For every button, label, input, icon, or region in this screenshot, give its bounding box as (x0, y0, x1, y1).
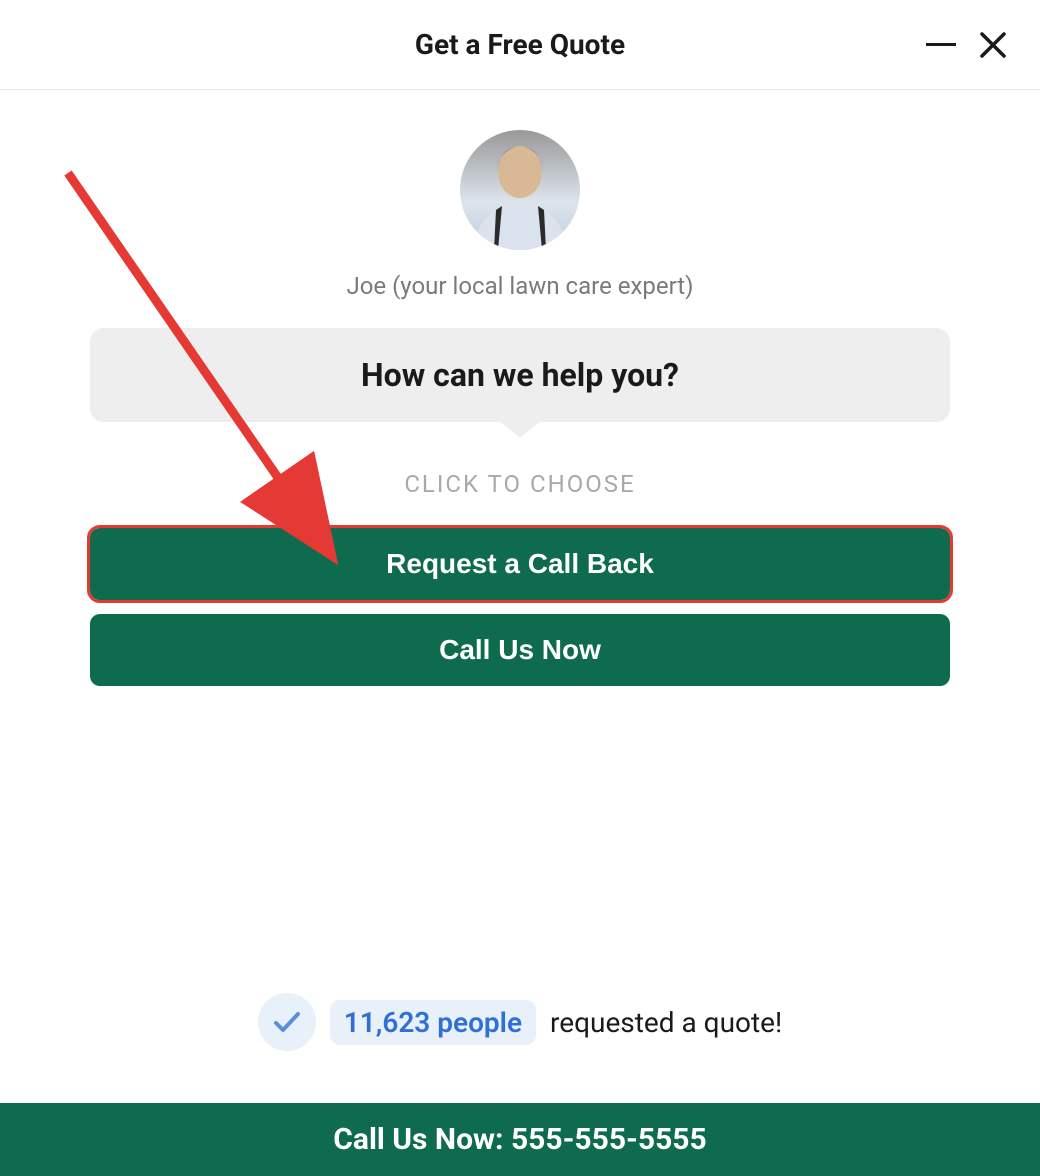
close-button[interactable] (976, 28, 1010, 62)
footer-call-text: Call Us Now: 555-555-5555 (333, 1122, 706, 1157)
choose-label: CLICK TO CHOOSE (90, 470, 950, 498)
avatar-person-icon (460, 130, 580, 250)
stats-suffix: requested a quote! (550, 1006, 782, 1039)
people-count-pill: 11,623 people (330, 1000, 536, 1045)
minimize-button[interactable] (924, 28, 958, 62)
call-now-button[interactable]: Call Us Now (90, 614, 950, 686)
modal-content: Joe (your local lawn care expert) How ca… (0, 90, 1040, 700)
check-icon (271, 1006, 303, 1038)
header-controls (924, 28, 1010, 62)
modal-title: Get a Free Quote (415, 28, 625, 61)
question-text: How can we help you? (110, 356, 930, 394)
question-bubble: How can we help you? (90, 328, 950, 422)
minimize-icon (926, 43, 956, 46)
check-badge (258, 993, 316, 1051)
modal-header: Get a Free Quote (0, 0, 1040, 90)
expert-label: Joe (your local lawn care expert) (90, 272, 950, 300)
request-callback-button[interactable]: Request a Call Back (90, 528, 950, 600)
footer-call-bar[interactable]: Call Us Now: 555-555-5555 (0, 1103, 1040, 1176)
stats-row: 11,623 people requested a quote! (0, 993, 1040, 1051)
close-icon (979, 31, 1007, 59)
expert-avatar (460, 130, 580, 250)
